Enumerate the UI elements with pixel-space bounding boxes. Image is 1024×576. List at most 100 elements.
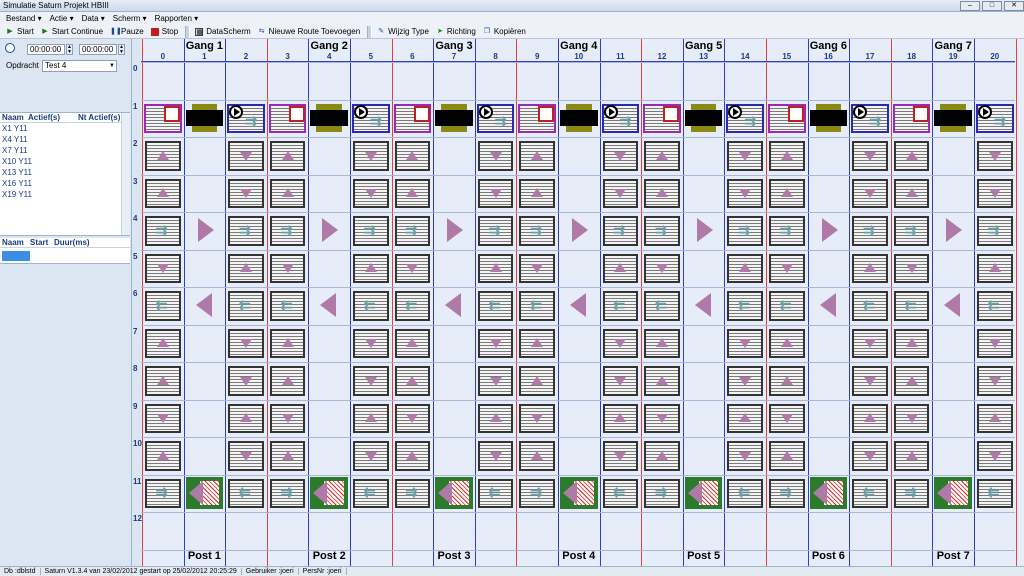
minimize-button[interactable]: – <box>960 0 980 11</box>
stop-icon <box>150 27 159 36</box>
arrow-left-icon: ⇇ <box>239 484 251 501</box>
start-continue-button[interactable]: ▶ Start Continue <box>41 27 103 36</box>
arrow-right-icon: ⇉ <box>994 112 1006 129</box>
arrow-down-icon <box>656 414 668 424</box>
start-button[interactable]: ▶ Start <box>6 27 34 36</box>
arrow-right-icon: ⇉ <box>530 221 542 238</box>
close-button[interactable]: ✕ <box>1004 0 1024 11</box>
menu-bestand[interactable]: Bestand ▾ <box>6 14 42 23</box>
menu-data[interactable]: Data ▾ <box>82 14 105 23</box>
gang-label: Gang 4 <box>560 40 598 52</box>
gang-divider <box>266 39 268 566</box>
list-item[interactable]: X1 Y11 <box>0 123 130 134</box>
col-naam[interactable]: Naam <box>2 113 28 122</box>
arrow-down-icon <box>739 151 752 161</box>
stop-label: Stop <box>161 27 179 36</box>
menu-rapporten[interactable]: Rapporten ▾ <box>155 14 199 23</box>
arrow-left-icon: ⇇ <box>904 296 917 313</box>
copy-icon: ❐ <box>483 27 490 35</box>
lift-block[interactable] <box>934 109 972 126</box>
route-icon: ⇆ <box>258 27 265 35</box>
menu-scherm[interactable]: Scherm ▾ <box>113 14 147 23</box>
lift-block[interactable] <box>310 109 348 126</box>
arrow-up-icon <box>240 263 252 273</box>
arrow-left-icon: ⇇ <box>155 296 168 313</box>
datascherm-button[interactable]: ▦ DataScherm <box>195 27 251 36</box>
column-number: 8 <box>493 52 498 61</box>
arrow-right-icon: ⇉ <box>655 221 667 238</box>
post-label: Post 2 <box>312 550 346 562</box>
kopieren-button[interactable]: ❐ Kopiëren <box>483 27 526 36</box>
post-label: Post 4 <box>562 550 596 562</box>
row-divider <box>141 99 1015 101</box>
arrow-up-icon <box>489 263 502 273</box>
opdracht-select[interactable]: Test 4 ▼ <box>42 60 117 72</box>
arrow-up-icon <box>864 413 876 423</box>
pauze-button[interactable]: ❚❚ Pauze <box>110 27 144 36</box>
column-number: 2 <box>243 52 249 61</box>
arrow-right-icon: ⇉ <box>779 484 792 501</box>
time-spinner-2[interactable]: ▲ ▼ <box>118 44 125 55</box>
arrow-up-icon <box>364 263 377 273</box>
col-route-duur[interactable]: Duur(ms) <box>54 238 90 247</box>
column-number: 7 <box>451 52 457 61</box>
list-item[interactable]: X13 Y11 <box>0 167 130 178</box>
arrow-left-icon: ⇇ <box>530 296 542 313</box>
lift-block[interactable] <box>684 109 723 126</box>
arrow-up-icon <box>240 413 252 423</box>
warehouse-grid: Gang 1 Gang 2 Gang 3 Gang 4 Gang 5 Gang 6 Gang… <box>133 39 1024 566</box>
arrow-up-icon <box>281 188 294 198</box>
column-divider <box>724 39 726 566</box>
col-nt-actief[interactable]: Nt Actief(s) <box>78 113 120 122</box>
list-item[interactable]: X16 Y11 <box>0 178 130 189</box>
maximize-button[interactable]: □ <box>982 0 1002 11</box>
route-list[interactable]: Naam Start Duur(ms) <box>0 238 130 264</box>
arrow-down-icon <box>531 264 544 274</box>
arrow-right-icon: ⇉ <box>370 112 382 129</box>
arrow-down-icon <box>739 376 752 386</box>
arrow-down-icon <box>489 376 502 386</box>
toolbar-separator <box>185 25 191 38</box>
arrow-right-icon: ⇉ <box>619 112 632 129</box>
list-item[interactable]: X10 Y11 <box>0 156 130 167</box>
list-item[interactable]: X19 Y11 <box>0 189 130 200</box>
arrow-down-icon <box>281 264 294 274</box>
time-spinner-1[interactable]: ▲ ▼ <box>66 44 73 55</box>
lift-block[interactable] <box>185 109 224 126</box>
time-field-1[interactable]: 00:00:00 <box>27 44 65 55</box>
nieuwe-route-button[interactable]: ⇆ Nieuwe Route Toevoegen <box>258 27 360 36</box>
agv-scrollbar[interactable] <box>121 113 130 235</box>
col-route-naam[interactable]: Naam <box>2 238 30 247</box>
post-label: Post 1 <box>187 550 221 562</box>
route-selected-row[interactable] <box>2 251 30 261</box>
richting-label: Richting <box>446 27 476 36</box>
arrow-left-icon: ⇇ <box>363 296 376 313</box>
richting-button[interactable]: ➤ Richting <box>436 27 476 36</box>
column-number: 6 <box>410 52 415 61</box>
col-route-start[interactable]: Start <box>30 238 54 247</box>
arrow-up-icon <box>364 413 377 423</box>
col-actief[interactable]: Actief(s) <box>28 113 78 122</box>
post-label: Post 7 <box>936 550 970 562</box>
gang-divider <box>641 39 643 566</box>
list-item[interactable]: X7 Y11 <box>0 145 130 156</box>
wijzig-type-button[interactable]: ✎ Wijzig Type <box>377 27 429 36</box>
list-item[interactable]: X4 Y11 <box>0 134 130 145</box>
column-number: 19 <box>948 52 958 61</box>
arrow-up-icon <box>281 150 294 160</box>
arrow-right-icon: ⇉ <box>530 484 542 501</box>
agv-list[interactable]: Naam Actief(s) Nt Actief(s) X1 Y11 X4 Y1… <box>0 112 130 236</box>
time-field-2[interactable]: 00:00:00 <box>79 44 117 55</box>
menu-actie[interactable]: Actie ▾ <box>50 14 74 23</box>
gang-divider <box>516 39 518 566</box>
lift-block[interactable] <box>809 109 848 126</box>
arrow-down-icon <box>614 451 627 461</box>
title-bar: Simulatie Saturn Projekt HBIII – □ ✕ <box>0 0 1024 12</box>
lift-block[interactable] <box>560 109 598 126</box>
arrow-up-icon <box>780 188 793 198</box>
stop-button[interactable]: Stop <box>150 27 179 36</box>
arrow-up-icon <box>614 263 627 273</box>
route-list-header: Naam Start Duur(ms) <box>0 238 130 248</box>
lift-block[interactable] <box>435 109 473 126</box>
row-divider <box>141 137 1015 138</box>
